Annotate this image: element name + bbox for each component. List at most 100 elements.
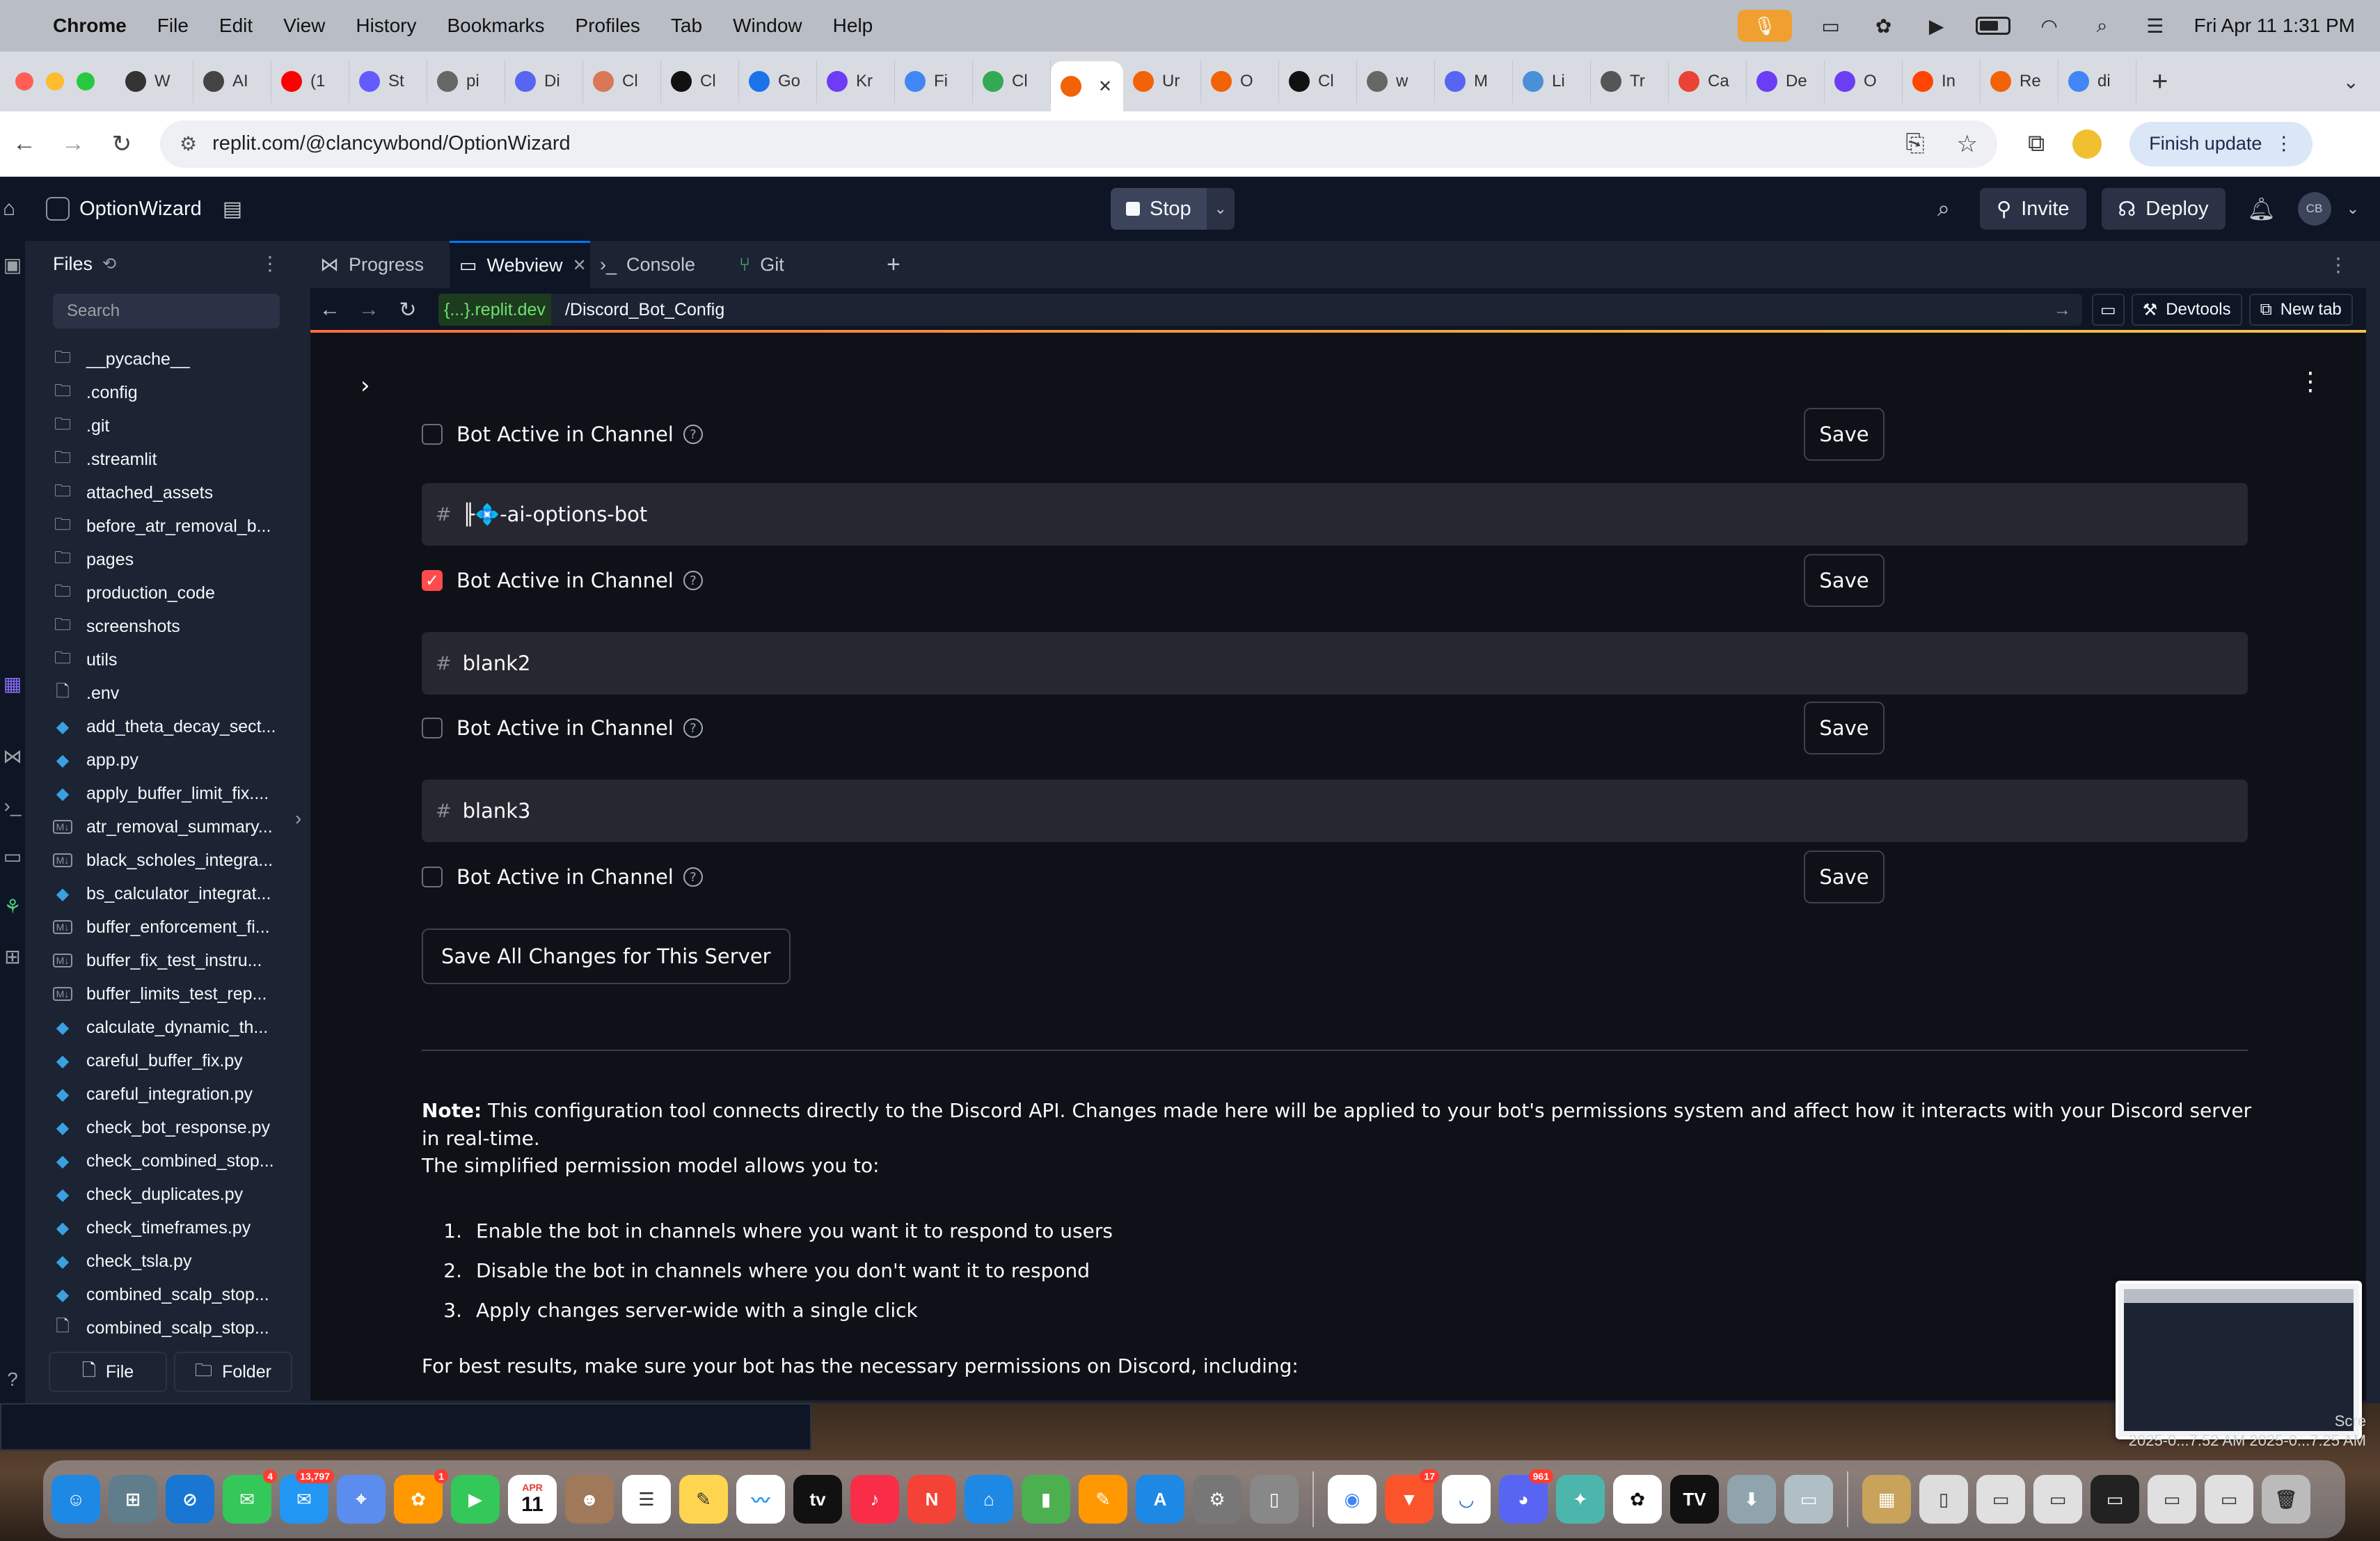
trash-icon[interactable]: 🗑︎ (2262, 1475, 2310, 1524)
maps-icon[interactable]: ⌖ (337, 1475, 386, 1524)
photos-icon[interactable]: ✿ 1 (394, 1469, 448, 1524)
help-icon[interactable]: ? (683, 425, 703, 444)
tab-webview[interactable]: ▭ Webview ✕ (450, 241, 590, 288)
help-icon[interactable]: ? (683, 718, 703, 738)
menubar-app-name[interactable]: Chrome (53, 15, 127, 37)
window-thumb-icon[interactable]: ▭ (1976, 1475, 2025, 1524)
device-preview-button[interactable]: ▭ (2092, 294, 2125, 326)
file-item[interactable]: ◆ check_timeframes.py (53, 1211, 289, 1244)
browser-tab[interactable]: Li (1513, 60, 1591, 103)
app-menu-icon[interactable]: ⋮ (2298, 368, 2323, 396)
avatar-chevron-icon[interactable]: ⌄ (2347, 200, 2359, 218)
browser-tab[interactable]: (1 (271, 60, 349, 103)
agent-tool-icon[interactable]: ▦ (0, 672, 25, 695)
file-item[interactable]: ◆ apply_buffer_limit_fix.... (53, 777, 289, 810)
bot-active-checkbox[interactable] (422, 867, 443, 887)
search-icon[interactable]: ⌕ (1923, 196, 1965, 222)
workspace-menu-icon[interactable]: ⋮ (2329, 253, 2348, 276)
launchpad-icon[interactable]: ⊞ (109, 1475, 157, 1524)
file-item[interactable]: ◆ app.py (53, 743, 289, 777)
add-tab-icon[interactable]: + (887, 251, 901, 278)
stop-button[interactable]: Stop (1111, 188, 1207, 230)
folder-item[interactable]: 🗀︎ .streamlit (53, 443, 289, 476)
webview-path[interactable]: /Discord_Bot_Config (565, 300, 724, 320)
webview-forward-icon[interactable]: → (349, 298, 388, 322)
tab-git[interactable]: ⑂ Git (729, 241, 868, 288)
browser-tab[interactable]: w (1357, 60, 1435, 103)
file-item[interactable]: M↓ atr_removal_summary... (53, 810, 289, 844)
folder-item[interactable]: 🗀︎ .git (53, 409, 289, 443)
browser-tab[interactable]: Cl (661, 60, 739, 103)
webview-domain[interactable]: {...}.replit.dev (438, 294, 551, 326)
folder-item[interactable]: 🗀︎ production_code (53, 576, 289, 610)
extensions-icon[interactable]: ⧉ (2028, 130, 2045, 157)
save-button[interactable]: Save (1804, 554, 1885, 607)
file-item[interactable]: M↓ buffer_limits_test_rep... (53, 977, 289, 1011)
keynote-icon[interactable]: ⌂ (965, 1475, 1013, 1524)
browser-tab[interactable]: W (116, 60, 193, 103)
browser-tab[interactable]: ✕ (1051, 61, 1123, 111)
folder-item[interactable]: 🗀︎ attached_assets (53, 476, 289, 509)
brave-icon[interactable]: ▼ 17 (1385, 1469, 1439, 1524)
contacts-icon[interactable]: ☻ (565, 1475, 614, 1524)
system-settings-icon[interactable]: ⚙ (1193, 1475, 1241, 1524)
browser-tab[interactable]: Kr (817, 60, 895, 103)
menu-history[interactable]: History (356, 15, 416, 37)
window-thumb-icon[interactable]: ▭ (2033, 1475, 2082, 1524)
project-info-icon[interactable]: ▤ (223, 197, 242, 221)
close-tab-icon[interactable]: ✕ (1098, 77, 1112, 97)
mail-icon[interactable]: ✉ 13,797 (280, 1469, 334, 1524)
back-icon[interactable]: ← (0, 130, 49, 157)
file-item[interactable]: ◆ check_bot_response.py (53, 1111, 289, 1144)
folder-item[interactable]: 🗀︎ screenshots (53, 610, 289, 643)
safari-icon[interactable]: ⊘ (166, 1475, 214, 1524)
numbers-icon[interactable]: ▮ (1022, 1475, 1070, 1524)
browser-tab[interactable]: Cl (973, 60, 1051, 103)
folder-item[interactable]: 🗀︎ before_atr_removal_b... (53, 509, 289, 543)
freeform-icon[interactable]: 〰 (736, 1475, 785, 1524)
iphone-mirroring-icon[interactable]: ▯ (1250, 1475, 1299, 1524)
file-item[interactable]: ◆ check_duplicates.py (53, 1178, 289, 1211)
notes-icon[interactable]: ✎ (679, 1475, 728, 1524)
deploy-tool-icon[interactable]: ⚘ (0, 895, 25, 918)
browser-tab[interactable]: Cl (1279, 60, 1357, 103)
document-icon[interactable]: ▯ (1919, 1475, 1968, 1524)
window-thumb-icon[interactable]: ▭ (2205, 1475, 2253, 1524)
go-arrow-icon[interactable]: → (2054, 300, 2071, 320)
chatgpt-icon[interactable]: ✿ (1613, 1475, 1662, 1524)
folder-item[interactable]: 🗀︎ __pycache__ (53, 342, 289, 376)
home-icon[interactable]: ⌂ (3, 197, 15, 221)
browser-tab[interactable]: Di (505, 60, 583, 103)
folder-item[interactable]: 🗀︎ pages (53, 543, 289, 576)
menubar-datetime[interactable]: Fri Apr 11 1:31 PM (2194, 15, 2355, 37)
menu-window[interactable]: Window (733, 15, 802, 37)
new-tab-icon[interactable]: + (2152, 66, 2168, 97)
window-thumb-icon[interactable]: ▭ (2148, 1475, 2196, 1524)
panel-resize-chevron-icon[interactable]: › (295, 807, 301, 830)
address-bar[interactable]: ⚙ replit.com/@clancywbond/OptionWizard ⎘… (160, 120, 1997, 168)
tab-console[interactable]: ›_ Console (590, 241, 729, 288)
folder-item[interactable]: 🗀︎ utils (53, 643, 289, 677)
install-app-icon[interactable]: ⎘ (1905, 130, 1924, 158)
file-item[interactable]: M↓ buffer_fix_test_instru... (53, 944, 289, 977)
news-icon[interactable]: N (907, 1475, 956, 1524)
new-tab-button[interactable]: ⧉ New tab (2248, 294, 2353, 326)
browser-tab[interactable]: di (2058, 60, 2136, 103)
all-tools-icon[interactable]: ⊞ (0, 945, 25, 968)
menu-file[interactable]: File (157, 15, 189, 37)
bot-active-checkbox[interactable] (422, 424, 443, 445)
discord-icon[interactable]: ◕ 961 (1499, 1469, 1553, 1524)
chrome-icon[interactable]: ◉ (1328, 1475, 1377, 1524)
bot-active-checkbox[interactable]: ✓ (422, 570, 443, 591)
minimize-window-icon[interactable] (46, 72, 64, 90)
messages-icon[interactable]: ✉ 4 (223, 1469, 277, 1524)
deploy-button[interactable]: ☊ Deploy (2101, 188, 2226, 230)
save-button[interactable]: Save (1804, 702, 1885, 754)
invite-button[interactable]: ⚲ Invite (1979, 188, 2086, 230)
menu-tab[interactable]: Tab (671, 15, 702, 37)
browser-tab[interactable]: Fi (895, 60, 973, 103)
browser-tab[interactable]: O (1201, 60, 1279, 103)
downloads-icon[interactable]: ⬇ (1727, 1475, 1776, 1524)
file-item[interactable]: M↓ buffer_enforcement_fi... (53, 910, 289, 944)
tradingview-icon[interactable]: TV (1670, 1475, 1719, 1524)
